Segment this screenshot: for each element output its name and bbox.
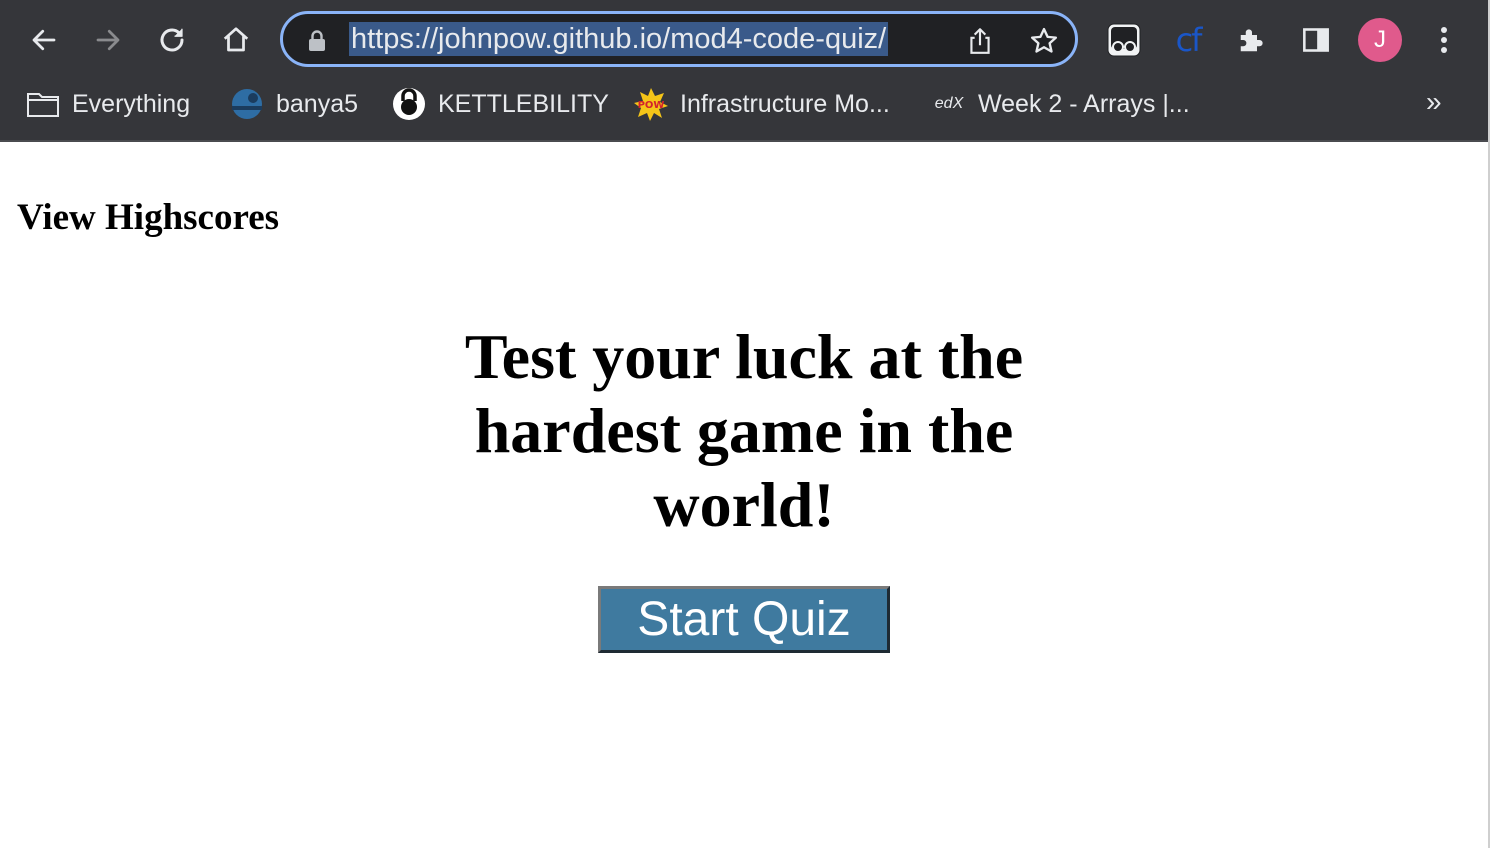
pow-favicon: POW xyxy=(634,87,668,121)
home-button[interactable] xyxy=(214,18,258,62)
bookmark-banya5[interactable]: banya5 xyxy=(230,84,358,124)
view-highscores-link[interactable]: View Highscores xyxy=(17,196,279,239)
back-button[interactable] xyxy=(22,18,66,62)
home-icon xyxy=(223,27,249,52)
extension-glasses-icon[interactable] xyxy=(1102,18,1146,62)
start-quiz-button[interactable]: Start Quiz xyxy=(598,586,890,653)
side-panel-icon[interactable] xyxy=(1294,18,1338,62)
svg-text:POW: POW xyxy=(638,100,665,111)
bookmark-everything[interactable]: Everything xyxy=(26,84,190,124)
kettlebell-favicon xyxy=(392,87,426,121)
browser-toolbar: https://johnpow.github.io/mod4-code-quiz… xyxy=(0,0,1488,142)
address-bar[interactable]: https://johnpow.github.io/mod4-code-quiz… xyxy=(280,11,1078,67)
bookmark-kettlebility[interactable]: KETTLEBILITY xyxy=(392,84,609,124)
folder-icon xyxy=(26,87,60,121)
banya-favicon xyxy=(230,87,264,121)
lock-icon xyxy=(307,29,327,58)
bookmark-star-icon[interactable] xyxy=(1027,24,1061,58)
url-text[interactable]: https://johnpow.github.io/mod4-code-quiz… xyxy=(349,22,889,56)
reload-button[interactable] xyxy=(150,18,194,62)
back-arrow-icon xyxy=(32,29,56,51)
extensions-puzzle-icon[interactable] xyxy=(1230,18,1274,62)
share-icon[interactable] xyxy=(963,24,997,58)
menu-kebab-icon[interactable] xyxy=(1422,18,1466,62)
page-headline: Test your luck at the hardest game in th… xyxy=(464,321,1024,540)
bookmark-infrastructure[interactable]: POW Infrastructure Mo... xyxy=(634,84,890,124)
reload-icon xyxy=(160,28,184,52)
bookmark-week2-arrays[interactable]: edX Week 2 - Arrays |... xyxy=(932,84,1190,124)
extension-cf-icon[interactable]: cf xyxy=(1166,18,1210,62)
forward-button[interactable] xyxy=(86,18,130,62)
edx-favicon: edX xyxy=(934,95,964,112)
profile-avatar[interactable]: J xyxy=(1358,18,1402,62)
forward-arrow-icon xyxy=(96,29,120,51)
bookmarks-overflow-chevron-icon[interactable]: » xyxy=(1426,86,1442,118)
